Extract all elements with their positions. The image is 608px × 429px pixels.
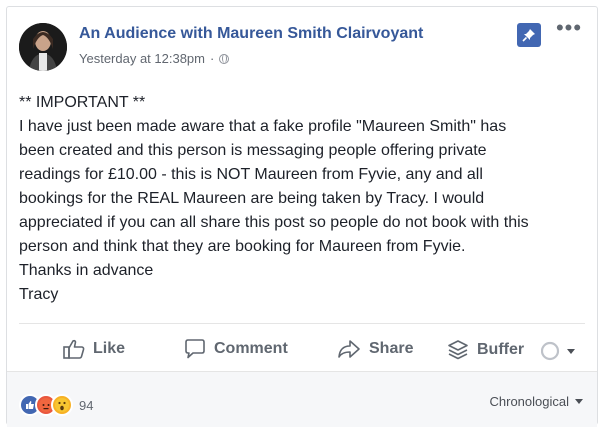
sort-label: Chronological: [489, 394, 570, 409]
audience-selector[interactable]: [541, 341, 575, 361]
meta-separator: ·: [210, 51, 215, 66]
comment-sort-dropdown[interactable]: Chronological: [489, 394, 583, 409]
buffer-button[interactable]: Buffer: [447, 339, 524, 361]
post-line: bookings for the REAL Maureen are being …: [19, 190, 485, 207]
post-line: readings for £10.00 - this is NOT Mauree…: [19, 166, 483, 183]
post-actions: Like Comment Share Buffer: [19, 329, 585, 373]
comment-button[interactable]: Comment: [184, 339, 288, 359]
post-card: An Audience with Maureen Smith Clairvoya…: [6, 6, 598, 427]
share-button[interactable]: Share: [337, 339, 413, 359]
avatar[interactable]: [19, 23, 67, 71]
chevron-down-icon: [567, 348, 575, 354]
divider: [19, 323, 585, 324]
avatar-photo: [19, 23, 67, 71]
comment-label: Comment: [214, 340, 288, 357]
comment-icon: [185, 339, 205, 359]
wow-reaction-icon: [51, 394, 73, 416]
globe-icon[interactable]: [219, 53, 230, 64]
pin-icon: [522, 29, 535, 42]
post-line: Tracy: [19, 286, 59, 303]
post-body: ** IMPORTANT ** I have just been made aw…: [19, 91, 587, 307]
post-footer: 94 Chronological: [7, 371, 597, 427]
post-line: ** IMPORTANT **: [19, 94, 146, 111]
more-options-icon[interactable]: •••: [555, 17, 583, 43]
chevron-down-icon: [575, 399, 583, 404]
thumbs-up-icon: [63, 339, 85, 359]
post-line: been created and this person is messagin…: [19, 142, 487, 159]
share-icon: [338, 340, 360, 358]
reactions-summary[interactable]: 94: [19, 394, 93, 416]
buffer-icon: [448, 340, 468, 360]
pin-button[interactable]: [517, 23, 541, 47]
post-line: person and think that they are booking f…: [19, 238, 466, 255]
page-name-link[interactable]: An Audience with Maureen Smith Clairvoya…: [79, 25, 423, 43]
post-timestamp[interactable]: Yesterday at 12:38pm: [79, 51, 205, 66]
post-line: Thanks in advance: [19, 262, 154, 279]
post-line: appreciated if you can all share this po…: [19, 214, 529, 231]
buffer-label: Buffer: [477, 341, 525, 358]
profile-circle-icon: [541, 341, 560, 361]
share-label: Share: [369, 340, 414, 357]
like-button[interactable]: Like: [63, 339, 125, 359]
post-header: An Audience with Maureen Smith Clairvoya…: [19, 17, 587, 83]
post-meta: Yesterday at 12:38pm ·: [79, 51, 230, 66]
reaction-count[interactable]: 94: [79, 398, 93, 413]
like-label: Like: [93, 340, 126, 357]
post-line: I have just been made aware that a fake …: [19, 118, 507, 135]
